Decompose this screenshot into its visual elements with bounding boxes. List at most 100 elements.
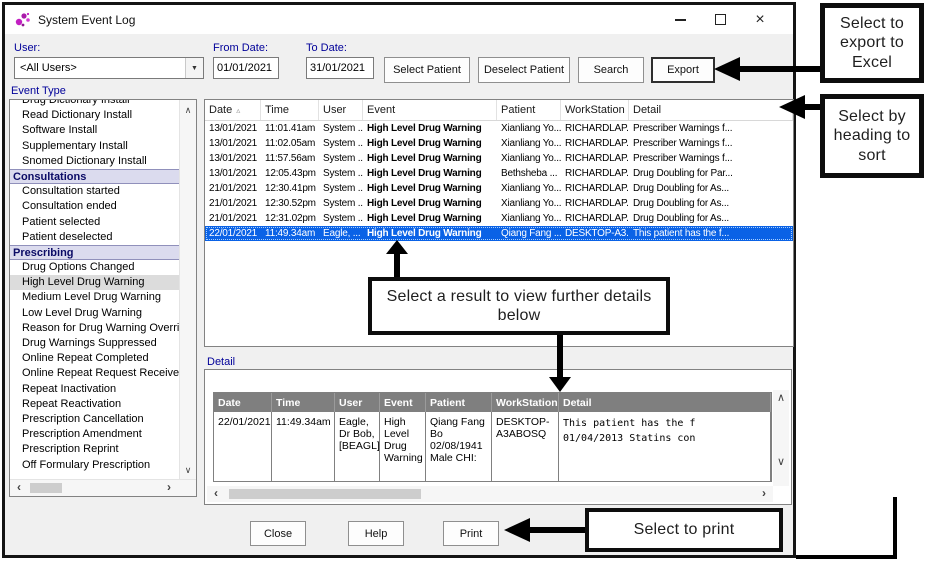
select-patient-button[interactable]: Select Patient — [384, 57, 470, 83]
detail-vertical-scrollbar[interactable]: ∧ ∨ — [773, 390, 789, 486]
scroll-left-icon[interactable]: ‹ — [209, 486, 223, 501]
event-type-item[interactable]: Consultations — [10, 169, 180, 184]
detail-cell-time: 11:49.34am — [272, 412, 335, 482]
cell-time: 11:01.41am — [261, 121, 319, 136]
cell-event: High Level Drug Warning — [363, 151, 497, 166]
user-select-value: <All Users> — [15, 62, 185, 74]
cell-patient: Qiang Fang ... — [497, 226, 561, 241]
print-arrow-head — [504, 518, 530, 542]
cell-user: System ... — [319, 211, 363, 226]
detail-table: Date Time User Event Patient WorkStation… — [213, 392, 772, 482]
scroll-right-icon[interactable]: › — [162, 480, 176, 495]
scrollbar-thumb[interactable] — [229, 489, 421, 499]
cell-date: 22/01/2021 — [205, 226, 261, 241]
event-type-item[interactable]: Medium Level Drug Warning — [10, 290, 180, 305]
cell-workstation: RICHARDLAP... — [561, 136, 629, 151]
cell-workstation: RICHARDLAP... — [561, 211, 629, 226]
event-type-item[interactable]: Reason for Drug Warning Overri — [10, 321, 180, 336]
event-type-item[interactable]: Drug Warnings Suppressed — [10, 336, 180, 351]
detail-header-date: Date — [214, 393, 272, 412]
cell-patient: Xianliang Yo... — [497, 151, 561, 166]
cell-time: 12:05.43pm — [261, 166, 319, 181]
column-header-time[interactable]: Time — [261, 100, 319, 120]
event-type-item[interactable]: Snomed Dictionary Install — [10, 154, 180, 169]
export-arrow-stem — [738, 66, 820, 72]
event-type-item[interactable]: Repeat Inactivation — [10, 382, 180, 397]
table-row[interactable]: 21/01/2021 12:30.41pm System ... High Le… — [205, 181, 793, 196]
close-button[interactable]: × — [753, 13, 767, 27]
event-type-item[interactable]: High Level Drug Warning — [10, 275, 180, 290]
maximize-button[interactable] — [713, 13, 727, 27]
table-row[interactable]: 21/01/2021 12:30.52pm System ... High Le… — [205, 196, 793, 211]
results-header: Date▵ Time User Event Patient WorkStatio… — [205, 100, 793, 121]
result-arrow-down-head — [549, 377, 571, 392]
table-row[interactable]: 13/01/2021 11:01.41am System ... High Le… — [205, 121, 793, 136]
scroll-right-icon[interactable]: › — [757, 486, 771, 501]
event-type-item[interactable]: Low Level Drug Warning — [10, 306, 180, 321]
minimize-button[interactable] — [673, 13, 687, 27]
event-type-item[interactable]: Prescription Cancellation — [10, 412, 180, 427]
detail-label: Detail — [207, 356, 235, 368]
scrollbar-thumb[interactable] — [30, 483, 62, 493]
event-type-item[interactable]: Prescribing — [10, 245, 180, 260]
scroll-down-icon[interactable]: ∨ — [773, 454, 789, 470]
result-arrow-up-stem — [394, 253, 400, 277]
column-header-detail[interactable]: Detail — [629, 100, 793, 120]
search-button[interactable]: Search — [578, 57, 644, 83]
event-type-item[interactable]: Consultation ended — [10, 199, 180, 214]
export-button[interactable]: Export — [651, 57, 715, 83]
column-header-event[interactable]: Event — [363, 100, 497, 120]
cell-detail: This patient has the f... — [629, 226, 793, 241]
event-type-item[interactable]: Repeat Reactivation — [10, 397, 180, 412]
deselect-patient-button[interactable]: Deselect Patient — [478, 57, 570, 83]
column-header-date[interactable]: Date▵ — [205, 100, 261, 120]
column-header-workstation[interactable]: WorkStation — [561, 100, 629, 120]
chevron-down-icon[interactable]: ▼ — [185, 58, 203, 78]
page: System Event Log × User: <All Users> ▼ F… — [0, 0, 934, 565]
window-title: System Event Log — [38, 13, 135, 27]
cell-user: System ... — [319, 196, 363, 211]
scroll-up-icon[interactable]: ∧ — [180, 102, 196, 118]
event-type-item[interactable]: Drug Options Changed — [10, 260, 180, 275]
event-type-item[interactable]: Prescription Amendment — [10, 427, 180, 442]
event-type-item[interactable]: Off Formulary Prescription — [10, 458, 180, 473]
to-date-label: To Date: — [306, 42, 347, 54]
user-select[interactable]: <All Users> ▼ — [14, 57, 204, 79]
event-type-item[interactable]: Software Install — [10, 123, 180, 138]
titlebar: System Event Log × — [5, 5, 793, 34]
scroll-up-icon[interactable]: ∧ — [773, 390, 789, 406]
event-type-item[interactable]: Consultation started — [10, 184, 180, 199]
table-row[interactable]: 21/01/2021 12:31.02pm System ... High Le… — [205, 211, 793, 226]
from-date-input[interactable] — [213, 57, 279, 79]
column-header-patient[interactable]: Patient — [497, 100, 561, 120]
table-row[interactable]: 13/01/2021 11:57.56am System ... High Le… — [205, 151, 793, 166]
scroll-left-icon[interactable]: ‹ — [12, 480, 26, 495]
event-type-item[interactable]: Online Repeat Completed — [10, 351, 180, 366]
table-row[interactable]: 13/01/2021 11:02.05am System ... High Le… — [205, 136, 793, 151]
print-button[interactable]: Print — [443, 521, 499, 546]
event-type-horizontal-scrollbar[interactable]: ‹ › — [10, 479, 196, 496]
table-row[interactable]: 22/01/2021 11:49.34am Eagle, ... High Le… — [205, 226, 793, 241]
help-button[interactable]: Help — [348, 521, 404, 546]
close-dialog-button[interactable]: Close — [250, 521, 306, 546]
detail-header-time: Time — [272, 393, 335, 412]
column-header-user[interactable]: User — [319, 100, 363, 120]
table-row[interactable]: 13/01/2021 12:05.43pm System ... High Le… — [205, 166, 793, 181]
export-arrow-head — [714, 57, 740, 81]
event-type-item[interactable]: Patient selected — [10, 215, 180, 230]
event-type-item[interactable]: Drug Dictionary Install — [10, 100, 180, 108]
event-type-item[interactable]: Prescription Reprint — [10, 442, 180, 457]
sort-arrow-head — [779, 95, 805, 119]
cell-patient: Xianliang Yo... — [497, 121, 561, 136]
cell-patient: Xianliang Yo... — [497, 136, 561, 151]
event-type-item[interactable]: Supplementary Install — [10, 139, 180, 154]
cell-user: Eagle, ... — [319, 226, 363, 241]
scroll-down-icon[interactable]: ∨ — [180, 462, 196, 478]
detail-horizontal-scrollbar[interactable]: ‹ › — [207, 486, 773, 502]
cell-time: 12:30.41pm — [261, 181, 319, 196]
event-type-item[interactable]: Read Dictionary Install — [10, 108, 180, 123]
event-type-vertical-scrollbar[interactable]: ∧ ∨ — [179, 100, 196, 480]
event-type-item[interactable]: Patient deselected — [10, 230, 180, 245]
to-date-input[interactable] — [306, 57, 374, 79]
event-type-item[interactable]: Online Repeat Request Receive — [10, 366, 180, 381]
